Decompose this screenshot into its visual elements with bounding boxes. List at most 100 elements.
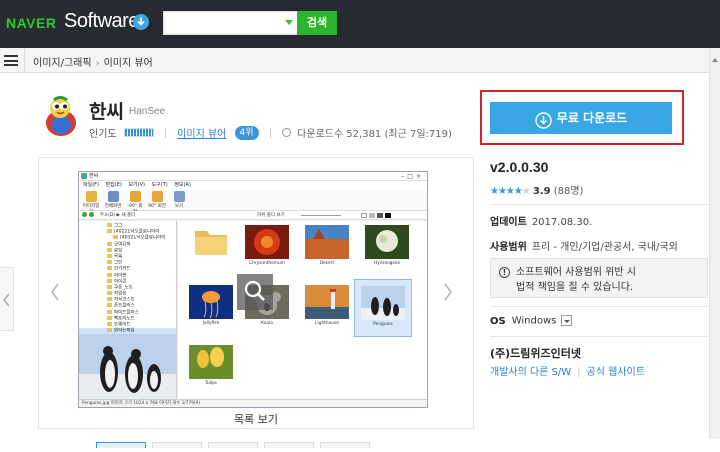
usage-row: 사용범위 프리 - 개인/기업/관공서, 국내/국외 [490, 238, 678, 253]
naver-logo[interactable]: NAVER [6, 15, 56, 31]
update-value: 2017.08.30. [531, 217, 593, 228]
software-logo[interactable]: Software [64, 10, 139, 33]
version: v2.0.0.30 [490, 159, 549, 175]
shot-menu-item: 파일(F) [83, 182, 99, 188]
gallery-thumb-strip [96, 433, 376, 448]
shot-address: 주소(D) ▶ 새 폴더 [99, 213, 136, 218]
page-scrollbar[interactable] [709, 48, 720, 439]
shot-app-icon [81, 173, 87, 179]
desert-image [305, 225, 349, 259]
fullscreen-icon [107, 191, 119, 202]
shot-thumbnail-grid: Chrysanthemum Desert Hydrangeas Jellyfis… [178, 221, 427, 401]
warning-line: 법적 책임을 질 수 있습니다. [516, 282, 634, 293]
shot-bg-dark [377, 213, 383, 218]
shot-thumb: Chrysanthemum [240, 225, 294, 266]
shot-tool: 보기 [170, 191, 188, 209]
shot-preview-pane [79, 334, 177, 401]
chrysanthemum-image [245, 225, 289, 259]
software-download-icon [133, 14, 149, 30]
shot-addressbar: 주소(D) ▶ 새 폴더 하위 폴더 보기 [79, 211, 427, 220]
nav-divider [24, 48, 25, 73]
other-software-link[interactable]: 개발사의 다른 S/W [490, 367, 571, 378]
shot-folder-tree: 그그 [4022],낙오클로니아이 [4032],낙오클로니아이 공여뮤직 로딩… [79, 221, 177, 334]
shot-menu-item: 편집(E) [105, 182, 122, 188]
shot-menu-item: 도구(T) [151, 182, 168, 188]
breadcrumb-chevron-icon: › [95, 58, 100, 69]
rotate-right-icon [151, 191, 163, 202]
warning-line: 소프트웨어 사용범위 위반 시 [516, 267, 636, 278]
rank-badge: 4위 [234, 125, 259, 140]
rotate-left-icon [129, 191, 141, 202]
os-dropdown-icon[interactable] [561, 315, 573, 326]
update-row: 업데이트 2017.08.30. [490, 213, 592, 228]
hansee-app-icon [42, 96, 82, 138]
top-header: NAVER Software 검색 [0, 0, 720, 48]
divider [490, 336, 708, 337]
rating: ★★★★★ 3.9 (88명) [490, 182, 583, 197]
shot-titlebar: 한씨 –□× [79, 172, 427, 181]
gallery-thumb-tab[interactable] [264, 442, 314, 448]
os-label: OS [490, 315, 506, 327]
gallery-thumb-tab[interactable] [208, 442, 258, 448]
popularity-label: 인기도 [89, 129, 117, 140]
jellyfish-image [189, 285, 233, 319]
app-subtitle: HanSee [129, 106, 166, 117]
shot-zoom-slider [301, 215, 341, 216]
shot-menu-item: 정보(A) [174, 182, 191, 188]
category-nav: 이미지/그래픽 › 이미지 뷰어 [0, 48, 720, 73]
company-name: (주)드림위즈인터넷 [490, 347, 582, 360]
scroll-up-icon[interactable] [712, 58, 718, 62]
shot-bg-gray [369, 213, 375, 218]
gallery-next-icon[interactable] [443, 283, 453, 301]
breadcrumb: 이미지/그래픽 › 이미지 뷰어 [33, 54, 153, 69]
license-warning: ! 소프트웨어 사용범위 위반 시 법적 책임을 질 수 있습니다. [490, 258, 708, 298]
meta-divider [164, 127, 166, 138]
page-prev-arrow[interactable] [0, 267, 14, 331]
company-links: 개발사의 다른 S/W | 공식 웹사이트 [490, 363, 645, 378]
gallery-caption: 목록 보기 [234, 413, 278, 426]
gallery-prev-icon[interactable] [50, 283, 60, 301]
update-label: 업데이트 [490, 217, 527, 228]
shot-thumb: Hydrangeas [360, 225, 414, 266]
shot-back-icon [82, 212, 87, 217]
breadcrumb-item[interactable]: 이미지/그래픽 [33, 58, 92, 69]
search-input[interactable] [164, 12, 282, 34]
zoom-magnifier-icon[interactable] [237, 274, 273, 310]
search-box [163, 11, 298, 35]
app-meta: 인기도 이미지 뷰어 4위 다운로드수 52,381 (최근 7일:719) [89, 125, 452, 140]
shot-thumb [184, 225, 238, 261]
download-circle-icon [535, 109, 552, 129]
divider [490, 204, 708, 205]
link-divider: | [577, 367, 581, 378]
free-download-button[interactable]: 무료 다운로드 [490, 102, 672, 134]
warning-icon: ! [499, 267, 510, 278]
lighthouse-image [305, 285, 349, 319]
download-count-icon [281, 128, 291, 137]
shot-bg-white [361, 213, 367, 218]
menu-icon[interactable] [4, 55, 18, 66]
shot-thumb: Jellyfish [184, 285, 238, 326]
os-value: Windows [511, 315, 557, 327]
rating-stars-icon: ★★★★★ [490, 186, 531, 197]
shot-title: 한씨 [89, 173, 99, 179]
app-title: 한씨 [89, 101, 124, 123]
breadcrumb-item[interactable]: 이미지 뷰어 [104, 58, 153, 69]
view-icon [173, 191, 185, 202]
penguins-image [361, 286, 405, 320]
shot-statusbar: Penguins.jpg 이미지 크기 1024 x 768 이미지 개수 1/… [79, 399, 427, 407]
shot-menu-item: 보기(V) [128, 182, 145, 188]
gallery-thumb-tab[interactable] [320, 442, 370, 448]
gallery-thumb-tab[interactable] [152, 442, 202, 448]
official-site-link[interactable]: 공식 웹사이트 [587, 367, 645, 378]
download-count: 다운로드수 52,381 (최근 7일:719) [297, 129, 452, 140]
shot-thumb: Desert [300, 225, 354, 266]
gallery-thumb-tab[interactable] [96, 442, 146, 448]
search-dropdown-icon[interactable] [285, 20, 293, 25]
app-info-panel: v2.0.0.30 ★★★★★ 3.9 (88명) 업데이트 2017.08.30.… [490, 154, 708, 439]
shot-subfolder-checkbox: 하위 폴더 보기 [257, 213, 285, 218]
search-button[interactable]: 검색 [297, 11, 337, 35]
shot-thumb: Tulips [184, 345, 238, 386]
usage-label: 사용범위 [490, 242, 527, 253]
category-link[interactable]: 이미지 뷰어 [177, 125, 226, 140]
shot-thumb: Lighthouse [300, 285, 354, 326]
